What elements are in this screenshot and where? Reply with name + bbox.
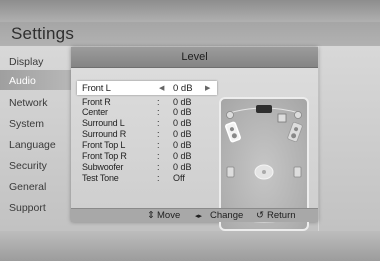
- menu-item-display[interactable]: Display: [9, 56, 43, 68]
- dialog-footer: ⇕ Move ◂▸ Change ↺ Return: [71, 208, 318, 222]
- menu-item-language[interactable]: Language: [9, 139, 56, 151]
- dialog-body: Front L ◀ 0 dB ▶ Front R : 0 dB Center :…: [71, 68, 318, 231]
- page-title: Settings: [11, 24, 75, 43]
- row-separator: :: [157, 162, 160, 172]
- move-hint: Move: [157, 210, 181, 221]
- return-icon: ↺: [256, 210, 264, 221]
- row-separator: :: [157, 107, 160, 117]
- bottom-band: [0, 231, 380, 261]
- row-separator: :: [157, 151, 160, 161]
- dialog-header: Level: [71, 47, 318, 68]
- menu-item-audio[interactable]: Audio: [9, 75, 36, 87]
- menu-item-system[interactable]: System: [9, 118, 44, 130]
- level-dialog: Level Front L ◀ 0 dB ▶ Front R : 0 dB Ce…: [71, 47, 318, 231]
- left-arrow-icon[interactable]: ◀: [159, 84, 164, 92]
- surround-left-speaker-icon: [226, 166, 235, 178]
- return-hint: Return: [267, 210, 296, 221]
- row-separator: :: [157, 118, 160, 128]
- row-separator: :: [157, 129, 160, 139]
- front-top-left-speaker-icon: [226, 111, 234, 119]
- row-separator: :: [157, 173, 160, 183]
- menu-item-security[interactable]: Security: [9, 160, 47, 172]
- move-icon: ⇕: [147, 210, 155, 221]
- decorative-divider: [318, 46, 380, 231]
- row-label: Front Top L: [82, 140, 126, 150]
- row-label: Surround R: [82, 129, 127, 139]
- front-left-speaker-icon: [225, 121, 241, 143]
- change-icon: ◂▸: [195, 213, 203, 220]
- change-hint: Change: [210, 210, 244, 221]
- subwoofer-icon: [277, 113, 287, 123]
- front-top-right-speaker-icon: [294, 111, 302, 119]
- menu-item-general[interactable]: General: [9, 181, 46, 193]
- dialog-title: Level: [181, 51, 208, 63]
- top-band: [0, 0, 380, 22]
- row-label: Center: [82, 107, 108, 117]
- menu-item-support[interactable]: Support: [9, 202, 46, 214]
- row-separator: :: [157, 140, 160, 150]
- row-value: 0 dB: [173, 140, 192, 150]
- row-value: 0 dB: [173, 107, 192, 117]
- row-value: 0 dB: [173, 151, 192, 161]
- row-label: Front L: [82, 83, 111, 94]
- front-right-speaker-icon: [287, 121, 303, 143]
- row-value: 0 dB: [173, 83, 193, 94]
- row-label: Surround L: [82, 118, 125, 128]
- tv-screen: Settings Display Audio Network System La…: [0, 0, 380, 261]
- center-speaker-icon: [256, 105, 272, 113]
- row-value: 0 dB: [173, 162, 192, 172]
- level-row-front-l[interactable]: Front L ◀ 0 dB ▶: [77, 81, 217, 95]
- row-label: Front Top R: [82, 151, 127, 161]
- row-value: 0 dB: [173, 118, 192, 128]
- level-row-test-tone[interactable]: Test Tone : Off: [77, 172, 217, 184]
- row-value: 0 dB: [173, 129, 192, 139]
- row-label: Subwoofer: [82, 162, 124, 172]
- menu-item-network[interactable]: Network: [9, 97, 48, 109]
- listener-center-dot: [262, 170, 266, 174]
- row-value: Off: [173, 173, 185, 183]
- surround-right-speaker-icon: [293, 166, 302, 178]
- row-label: Test Tone: [82, 173, 119, 183]
- right-arrow-icon[interactable]: ▶: [205, 84, 210, 92]
